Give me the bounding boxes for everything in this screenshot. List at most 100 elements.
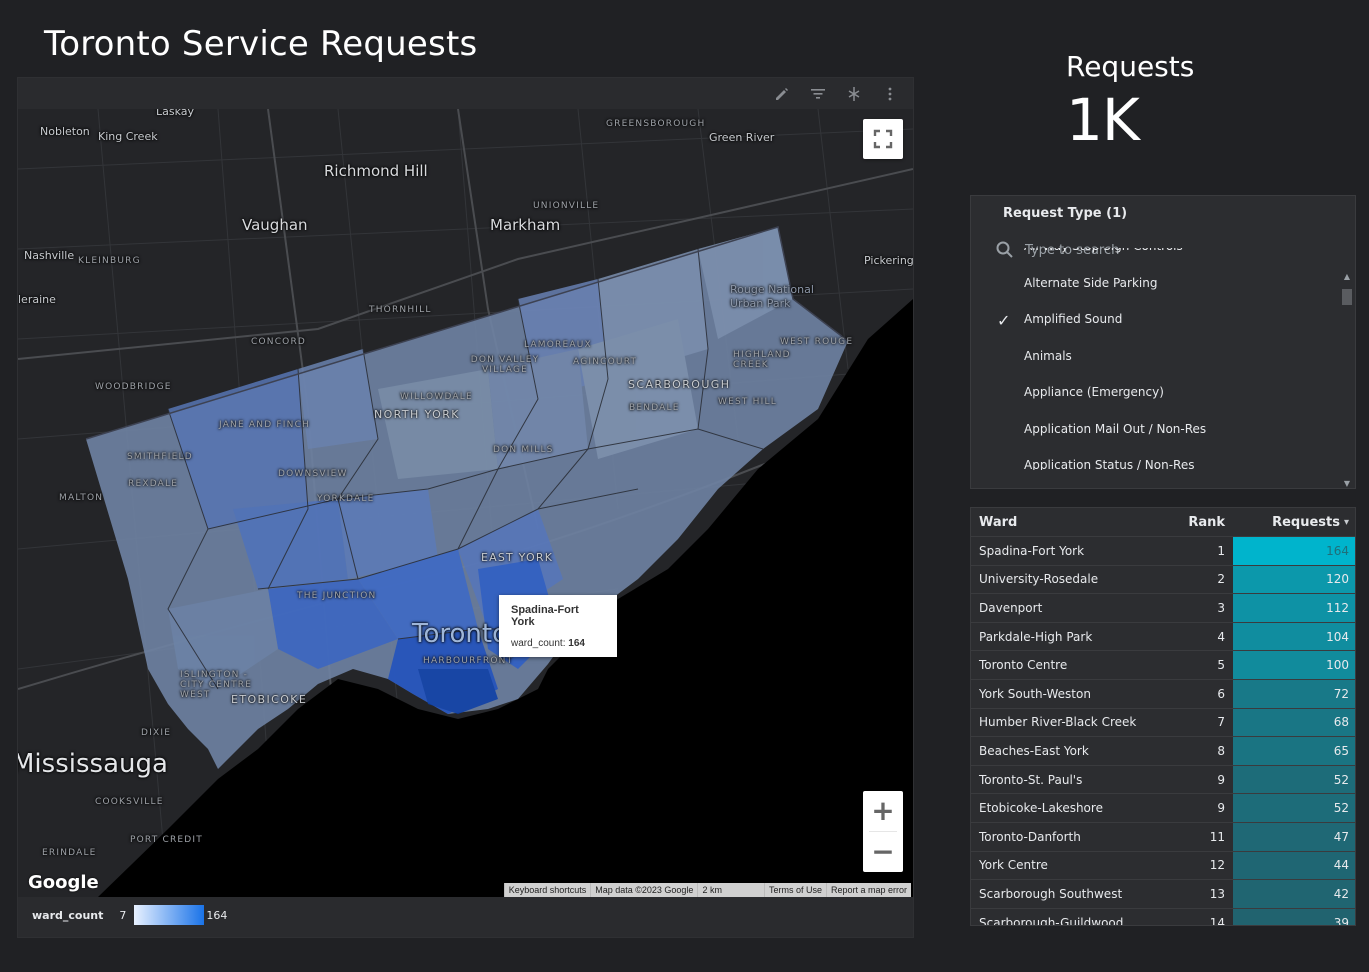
map-canvas[interactable]: Laskay Nobleton King Creek Richmond Hill… bbox=[18, 109, 913, 897]
table-header: Ward Rank Requests ▾ bbox=[971, 508, 1355, 537]
map-label: MALTON bbox=[59, 493, 104, 503]
map-label: SCARBOROUGH bbox=[628, 378, 731, 391]
map-label: UNIONVILLE bbox=[533, 201, 600, 211]
cell-requests: 39 bbox=[1233, 908, 1355, 926]
table-row[interactable]: Spadina-Fort York 1 164 bbox=[971, 537, 1355, 566]
cell-ward: Scarborough-Guildwood bbox=[979, 915, 1124, 926]
map-chart-card[interactable]: Laskay Nobleton King Creek Richmond Hill… bbox=[17, 77, 914, 938]
zoom-control: + − bbox=[863, 791, 903, 872]
map-attribution: Keyboard shortcuts Map data ©2023 Google… bbox=[503, 883, 911, 897]
cell-ward: Beaches-East York bbox=[979, 743, 1089, 758]
table-row[interactable]: Toronto-St. Paul's 9 52 bbox=[971, 765, 1355, 795]
filter-option-label: Appliance (Emergency) bbox=[1024, 385, 1164, 400]
map-label: ETOBICOKE bbox=[231, 693, 308, 706]
cell-rank: 12 bbox=[1209, 858, 1225, 873]
checkmark-icon: ✓ bbox=[997, 311, 1011, 330]
map-label: CONCORD bbox=[251, 337, 307, 347]
header-requests[interactable]: Requests ▾ bbox=[1233, 508, 1355, 536]
zoom-in-button[interactable]: + bbox=[863, 791, 903, 831]
cell-rank: 11 bbox=[1209, 829, 1225, 844]
map-label: King Creek bbox=[98, 130, 158, 143]
filter-scrollbar[interactable]: ▲ ▼ bbox=[1341, 272, 1353, 488]
table-row[interactable]: Toronto-Danforth 11 47 bbox=[971, 822, 1355, 852]
header-rank[interactable]: Rank bbox=[1167, 515, 1233, 530]
filter-option[interactable]: Animals bbox=[971, 338, 1339, 375]
map-label: JANE AND FINCH bbox=[219, 420, 311, 430]
google-logo: Google bbox=[28, 872, 99, 893]
cell-requests-value: 52 bbox=[1333, 772, 1349, 787]
filter-option-label: Application Status / Non-Res bbox=[1024, 458, 1195, 470]
scorecard-value: 1K bbox=[1066, 86, 1140, 154]
table-row[interactable]: Scarborough Southwest 13 42 bbox=[971, 880, 1355, 909]
cell-rank: 13 bbox=[1209, 886, 1225, 901]
table-body: Spadina-Fort York 1 164 University-Rosedale… bbox=[971, 537, 1355, 926]
cell-requests: 72 bbox=[1233, 679, 1355, 708]
map-label: Mississauga bbox=[18, 749, 168, 779]
scroll-thumb[interactable] bbox=[1342, 289, 1352, 305]
filter-option[interactable]: Appliance (Emergency) bbox=[971, 374, 1339, 411]
table-row[interactable]: Davenport 3 112 bbox=[971, 594, 1355, 623]
cell-requests: 42 bbox=[1233, 880, 1355, 908]
map-label: HARBOURFRONT bbox=[423, 656, 514, 666]
cell-ward: Humber River-Black Creek bbox=[979, 715, 1137, 730]
table-row[interactable]: Toronto Centre 5 100 bbox=[971, 651, 1355, 680]
filter-option[interactable]: ✓ Amplified Sound bbox=[971, 301, 1339, 338]
cell-ward: Scarborough Southwest bbox=[979, 886, 1123, 901]
table-row[interactable]: York South-Weston 6 72 bbox=[971, 679, 1355, 709]
cross-filter-icon[interactable] bbox=[845, 85, 863, 103]
map-label: WILLOWDALE bbox=[400, 392, 473, 402]
request-type-filter[interactable]: Request Type (1) Type to search All Way … bbox=[970, 195, 1356, 489]
scale-bar[interactable]: 2 km bbox=[697, 883, 764, 897]
cell-rank: 7 bbox=[1217, 715, 1225, 730]
cell-requests-value: 68 bbox=[1333, 715, 1349, 730]
tooltip-metric-value: 164 bbox=[568, 638, 585, 649]
map-label: THE JUNCTION bbox=[297, 591, 377, 601]
more-vert-icon[interactable] bbox=[881, 85, 899, 103]
cell-requests-value: 112 bbox=[1326, 600, 1349, 615]
filter-option[interactable]: Alternate Side Parking bbox=[971, 265, 1339, 302]
zoom-out-button[interactable]: − bbox=[863, 832, 903, 872]
table-row[interactable]: Beaches-East York 8 65 bbox=[971, 737, 1355, 766]
header-requests-label: Requests bbox=[1272, 514, 1340, 530]
scroll-up-icon[interactable]: ▲ bbox=[1341, 272, 1353, 281]
table-row[interactable]: Scarborough-Guildwood 14 39 bbox=[971, 908, 1355, 926]
table-row[interactable]: York Centre 12 44 bbox=[971, 851, 1355, 881]
filter-option[interactable]: All Way Stop Sign Controls bbox=[971, 248, 1339, 265]
cell-rank: 2 bbox=[1217, 572, 1225, 587]
cell-requests-value: 72 bbox=[1333, 686, 1349, 701]
filter-icon[interactable] bbox=[809, 85, 827, 103]
filter-list: All Way Stop Sign Controls Alternate Side… bbox=[971, 248, 1339, 470]
terms-of-use-link[interactable]: Terms of Use bbox=[763, 883, 826, 897]
cell-requests-value: 52 bbox=[1333, 801, 1349, 816]
table-row[interactable]: University-Rosedale 2 120 bbox=[971, 565, 1355, 595]
keyboard-shortcuts-link[interactable]: Keyboard shortcuts bbox=[503, 883, 591, 897]
cell-requests: 164 bbox=[1233, 537, 1355, 565]
cell-requests: 52 bbox=[1233, 765, 1355, 794]
map-label: WEST ROUGE bbox=[780, 337, 854, 347]
map-label: THORNHILL bbox=[369, 305, 432, 315]
map-label: Nashville bbox=[24, 249, 75, 262]
map-label: Markham bbox=[490, 216, 561, 234]
header-ward[interactable]: Ward bbox=[971, 515, 1167, 530]
fullscreen-button[interactable] bbox=[863, 119, 903, 159]
cell-ward: Spadina-Fort York bbox=[979, 543, 1085, 558]
report-map-error-link[interactable]: Report a map error bbox=[825, 883, 911, 897]
sort-desc-icon: ▾ bbox=[1343, 516, 1349, 528]
cell-ward: York South-Weston bbox=[979, 686, 1091, 701]
filter-option[interactable]: Application Mail Out / Non-Res bbox=[971, 411, 1339, 448]
cell-requests-value: 42 bbox=[1333, 886, 1349, 901]
map-legend: ward_count 7 164 bbox=[32, 905, 227, 925]
table-row[interactable]: Etobicoke-Lakeshore 9 52 bbox=[971, 794, 1355, 823]
table-row[interactable]: Parkdale-High Park 4 104 bbox=[971, 622, 1355, 652]
scroll-down-icon[interactable]: ▼ bbox=[1341, 479, 1353, 488]
filter-option[interactable]: Application Status / Non-Res bbox=[971, 447, 1339, 470]
cell-requests: 112 bbox=[1233, 594, 1355, 622]
pencil-icon[interactable] bbox=[773, 85, 791, 103]
map-label: LAMOREAUX bbox=[524, 340, 592, 350]
filter-option-label: Alternate Side Parking bbox=[1024, 275, 1158, 290]
map-label: REXDALE bbox=[128, 479, 179, 489]
table-row[interactable]: Humber River-Black Creek 7 68 bbox=[971, 708, 1355, 738]
cell-requests-value: 39 bbox=[1333, 915, 1349, 926]
cell-rank: 5 bbox=[1217, 658, 1225, 673]
map-label: WOODBRIDGE bbox=[95, 382, 172, 392]
